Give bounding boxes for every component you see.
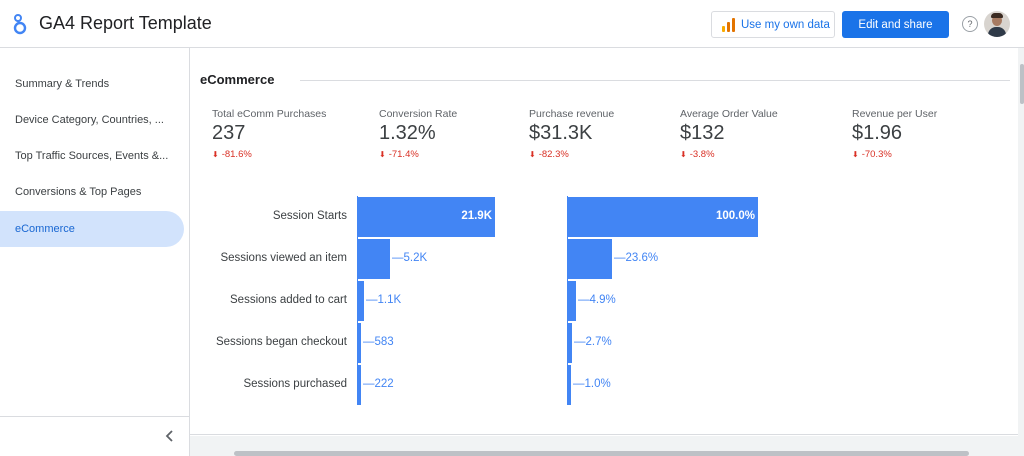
kpi-card[interactable]: Revenue per User $1.96 ⬇ -70.3% <box>852 108 937 160</box>
avatar[interactable] <box>984 11 1010 37</box>
report-canvas-area: eCommerce Total eComm Purchases 237 ⬇ -81… <box>190 48 1024 456</box>
funnel-bar[interactable] <box>567 239 612 279</box>
arrow-down-icon: ⬇ <box>212 150 219 159</box>
kpi-card[interactable]: Purchase revenue $31.3K ⬇ -82.3% <box>529 108 614 160</box>
use-my-own-data-button[interactable]: Use my own data <box>711 11 835 38</box>
vertical-scrollbar-thumb[interactable] <box>1020 64 1024 104</box>
funnel-data-label: —23.6% <box>614 252 659 264</box>
funnel-step-label: Sessions viewed an item <box>220 252 347 264</box>
funnel-data-label: 21.9K <box>461 210 492 222</box>
report-title: GA4 Report Template <box>39 13 212 33</box>
kpi-label: Total eComm Purchases <box>212 108 327 120</box>
use-my-own-data-label: Use my own data <box>741 18 830 31</box>
sidebar-item-summary-trends[interactable]: Summary & Trends <box>0 66 184 102</box>
sidebar-item-ecommerce[interactable]: eCommerce <box>0 211 184 247</box>
funnel-data-label: —5.2K <box>392 252 428 264</box>
sidebar-item-conversions[interactable]: Conversions & Top Pages <box>0 174 184 210</box>
funnel-step-label: Sessions began checkout <box>215 336 347 348</box>
kpi-value: $1.96 <box>852 122 903 144</box>
funnel-bar[interactable] <box>567 323 572 363</box>
funnel-data-label: —4.9% <box>578 294 616 306</box>
funnel-step-label: Session Starts <box>272 210 347 222</box>
kpi-delta: ⬇ -81.6% <box>212 149 252 160</box>
funnel-bar[interactable] <box>567 365 571 405</box>
help-icon[interactable]: ? <box>962 16 978 32</box>
kpi-label: Conversion Rate <box>379 108 458 120</box>
page-navigation-sidebar: Summary & Trends Device Category, Countr… <box>0 48 190 456</box>
edit-and-share-button[interactable]: Edit and share <box>842 11 949 38</box>
section-divider <box>300 80 1010 81</box>
kpi-delta: ⬇ -3.8% <box>680 149 715 160</box>
funnel-bar[interactable] <box>567 281 576 321</box>
kpi-card[interactable]: Conversion Rate 1.32% ⬇ -71.4% <box>379 108 457 160</box>
funnel-data-label: —2.7% <box>574 336 612 348</box>
kpi-card[interactable]: Total eComm Purchases 237 ⬇ -81.6% <box>212 108 326 160</box>
page-bottom-divider <box>190 434 1018 435</box>
kpi-delta: ⬇ -70.3% <box>852 149 892 160</box>
section-title: eCommerce <box>200 72 275 87</box>
looker-studio-logo-icon <box>13 14 27 35</box>
sidebar-item-top-traffic-sources[interactable]: Top Traffic Sources, Events &... <box>0 138 184 174</box>
arrow-down-icon: ⬇ <box>852 150 859 159</box>
kpi-delta: ⬇ -82.3% <box>529 149 569 160</box>
funnel-bar[interactable] <box>357 281 364 321</box>
analytics-bars-icon <box>722 17 735 32</box>
funnel-step-label: Sessions added to cart <box>230 294 347 306</box>
vertical-scrollbar[interactable] <box>1018 48 1024 456</box>
funnel-data-label: —583 <box>363 336 394 348</box>
kpi-label: Revenue per User <box>852 108 938 120</box>
report-page: eCommerce Total eComm Purchases 237 ⬇ -81… <box>190 48 1018 436</box>
funnel-data-label: —1.0% <box>573 378 611 390</box>
funnel-data-label: 100.0% <box>715 210 755 222</box>
sidebar-footer <box>0 416 190 456</box>
funnel-step-label: Sessions purchased <box>243 378 347 390</box>
kpi-value: $31.3K <box>529 122 593 144</box>
kpi-delta: ⬇ -71.4% <box>379 149 419 160</box>
kpi-value: $132 <box>680 122 725 144</box>
top-app-bar: GA4 Report Template Use my own data Edit… <box>0 0 1024 48</box>
arrow-down-icon: ⬇ <box>379 150 386 159</box>
horizontal-scrollbar-thumb[interactable] <box>234 451 969 456</box>
kpi-label: Average Order Value <box>680 108 778 120</box>
arrow-down-icon: ⬇ <box>529 150 536 159</box>
funnel-bar[interactable] <box>357 239 390 279</box>
kpi-value: 237 <box>212 122 246 144</box>
kpi-card[interactable]: Average Order Value $132 ⬇ -3.8% <box>680 108 778 160</box>
funnel-bar[interactable] <box>357 323 361 363</box>
chevron-left-icon[interactable] <box>163 429 177 443</box>
funnel-data-label: —222 <box>363 378 394 390</box>
kpi-label: Purchase revenue <box>529 108 615 120</box>
arrow-down-icon: ⬇ <box>680 150 687 159</box>
funnel-bar[interactable] <box>357 365 361 405</box>
sidebar-item-device-category[interactable]: Device Category, Countries, ... <box>0 102 184 138</box>
funnel-data-label: —1.1K <box>366 294 402 306</box>
kpi-value: 1.32% <box>379 122 436 144</box>
